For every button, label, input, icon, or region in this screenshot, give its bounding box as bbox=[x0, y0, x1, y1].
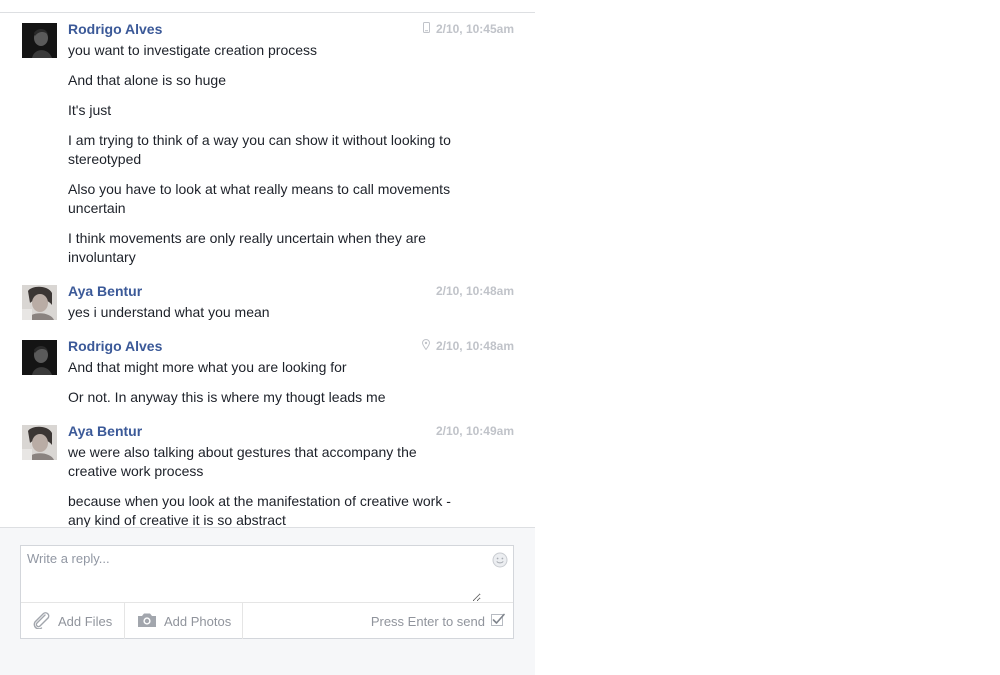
message-text: yes i understand what you mean bbox=[68, 304, 270, 320]
message-timestamp: 2/10, 10:45am bbox=[435, 22, 514, 36]
message-timestamp: 2/10, 10:48am bbox=[435, 284, 514, 298]
message-text: It's just bbox=[68, 102, 112, 118]
sender-name[interactable]: Rodrigo Alves bbox=[68, 21, 162, 37]
message-meta: 2/10, 10:48am bbox=[421, 339, 514, 353]
message-text: Or not. In anyway this is where my thoug… bbox=[68, 389, 386, 405]
location-pin-icon bbox=[421, 339, 430, 353]
add-files-label: Add Files bbox=[58, 613, 113, 629]
message-timestamp: 2/10, 10:48am bbox=[435, 339, 514, 353]
sender-name[interactable]: Rodrigo Alves bbox=[68, 338, 162, 354]
mobile-icon bbox=[422, 22, 430, 36]
composer-area: Add Files Add Photos Press Enter to send bbox=[0, 528, 535, 675]
reply-composer: Add Files Add Photos Press Enter to send bbox=[20, 545, 514, 639]
add-files-button[interactable]: Add Files bbox=[21, 603, 125, 639]
message-meta: 2/10, 10:49am bbox=[436, 424, 514, 438]
press-enter-label: Press Enter to send bbox=[370, 613, 485, 629]
message-timestamp: 2/10, 10:49am bbox=[435, 424, 514, 438]
message-meta: 2/10, 10:45am bbox=[422, 22, 514, 36]
avatar[interactable] bbox=[22, 340, 57, 375]
reply-input[interactable] bbox=[21, 546, 481, 602]
camera-icon bbox=[137, 612, 164, 631]
sender-name[interactable]: Aya Bentur bbox=[68, 423, 142, 439]
sender-name[interactable]: Aya Bentur bbox=[68, 283, 142, 299]
emoji-icon[interactable] bbox=[492, 552, 508, 568]
paperclip-icon bbox=[31, 611, 58, 632]
avatar[interactable] bbox=[22, 285, 57, 320]
add-photos-button[interactable]: Add Photos bbox=[125, 603, 243, 639]
avatar[interactable] bbox=[22, 425, 57, 460]
message-text: because when you look at the manifestati… bbox=[68, 493, 451, 527]
conversation-panel: Rodrigo Alves 2/10, 10:45am you want to … bbox=[0, 0, 535, 675]
message-text: we were also talking about gestures that… bbox=[68, 444, 417, 479]
message-text: And that alone is so huge bbox=[68, 72, 227, 88]
message-meta: 2/10, 10:48am bbox=[436, 284, 514, 298]
message-text: I think movements are only really uncert… bbox=[68, 230, 426, 265]
message-text: I am trying to think of a way you can sh… bbox=[68, 132, 451, 167]
avatar[interactable] bbox=[22, 23, 57, 58]
add-photos-label: Add Photos bbox=[164, 613, 232, 629]
message-text: And that might more what you are looking… bbox=[68, 359, 347, 375]
message-text: Also you have to look at what really mea… bbox=[68, 181, 451, 216]
composer-toolbar: Add Files Add Photos Press Enter to send bbox=[21, 602, 513, 639]
press-enter-to-send-toggle[interactable]: Press Enter to send bbox=[371, 603, 505, 639]
message-text: you want to investigate creation process bbox=[68, 42, 318, 58]
message-list[interactable]: Rodrigo Alves 2/10, 10:45am you want to … bbox=[0, 13, 535, 527]
checkbox-checked-icon[interactable] bbox=[485, 613, 505, 630]
